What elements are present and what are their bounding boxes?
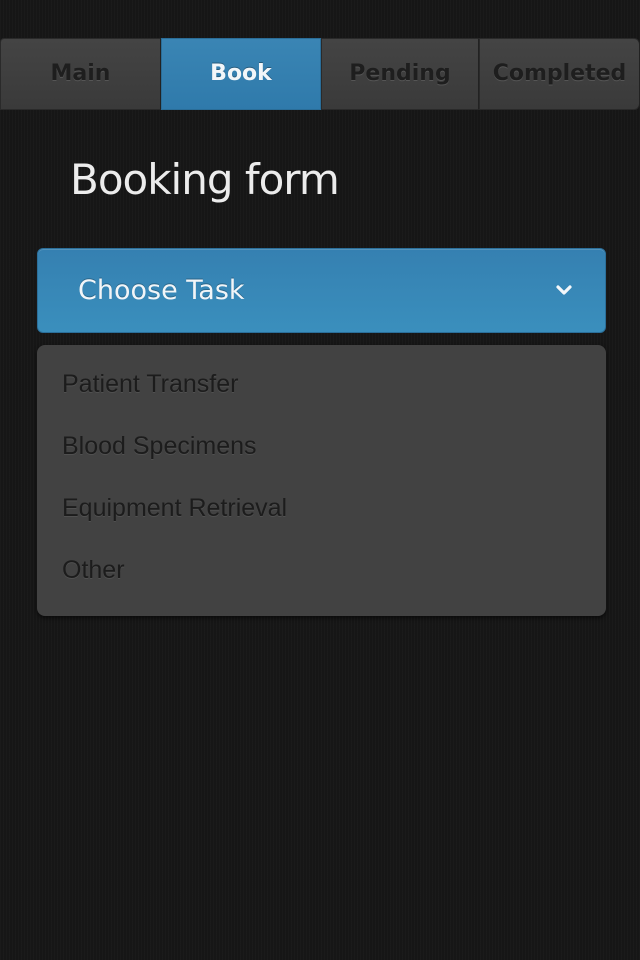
tab-completed[interactable]: Completed [479,38,640,110]
menu-item-equipment-retrieval[interactable]: Equipment Retrieval [37,477,606,539]
choose-task-select[interactable]: Choose Task [37,248,606,333]
menu-item-blood-specimens[interactable]: Blood Specimens [37,415,606,477]
menu-item-other[interactable]: Other [37,539,606,601]
tab-main-label: Main [50,60,111,86]
choose-task-label: Choose Task [78,275,245,306]
tab-pending-label: Pending [349,60,451,86]
tab-bar: Main Book Pending Completed [0,38,640,110]
tab-book-label: Book [210,60,272,86]
tab-book[interactable]: Book [161,38,321,110]
tab-pending[interactable]: Pending [321,38,479,110]
tab-completed-label: Completed [492,60,627,86]
task-options-menu: Patient Transfer Blood Specimens Equipme… [37,345,606,616]
tab-main[interactable]: Main [0,38,161,110]
chevron-down-icon [556,285,572,295]
menu-item-patient-transfer[interactable]: Patient Transfer [37,353,606,415]
page-title: Booking form [70,155,340,204]
